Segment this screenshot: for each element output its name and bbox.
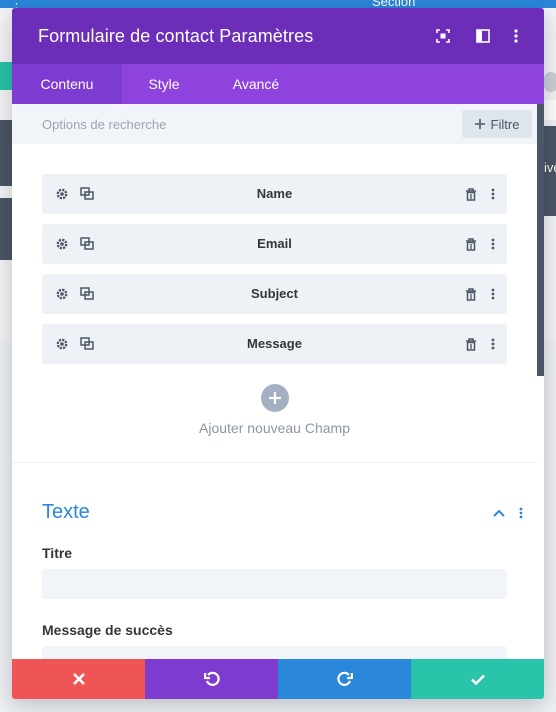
settings-modal: Formulaire de contact Paramètres Contenu… [12,8,544,699]
tab-style[interactable]: Style [128,64,200,104]
more-options-icon[interactable] [485,186,501,202]
field-item[interactable]: Email [42,224,507,264]
module-block [0,120,12,186]
tab-avance[interactable]: Avancé [216,64,296,104]
modal-header: Formulaire de contact Paramètres [12,8,544,64]
more-options-icon[interactable] [512,504,530,522]
field-item[interactable]: Message [42,324,507,364]
divider [12,462,537,463]
trash-icon[interactable] [463,336,479,352]
close-icon [72,673,85,685]
more-options-icon[interactable] [506,26,526,46]
section-title-texte[interactable]: Texte [42,501,90,524]
search-input[interactable]: Options de recherche [42,117,166,132]
modal-footer [12,659,544,699]
cancel-button[interactable] [12,659,145,699]
undo-icon [203,671,220,686]
section-dots-icon: ⋮ [10,0,23,11]
filter-label: Filtre [490,116,520,132]
undo-button[interactable] [145,659,278,699]
titre-input[interactable] [42,569,507,599]
module-block [0,198,12,260]
module-text: ive [544,160,556,175]
field-label: Message [247,336,302,351]
filter-button[interactable]: Filtre [462,110,532,138]
scrollbar[interactable] [537,104,544,376]
field-item[interactable]: Name [42,174,507,214]
check-icon [470,674,485,685]
fullscreen-icon[interactable] [433,26,453,46]
field-label: Subject [251,286,298,301]
trash-icon[interactable] [463,186,479,202]
titre-label: Titre [42,545,73,561]
tab-contenu[interactable]: Contenu [12,64,122,104]
save-button[interactable] [411,659,544,699]
add-field-label[interactable]: Ajouter nouveau Champ [12,420,537,436]
field-label: Email [257,236,292,251]
chevron-up-icon[interactable] [490,504,508,522]
plus-icon [474,117,485,132]
trash-icon[interactable] [463,286,479,302]
field-item[interactable]: Subject [42,274,507,314]
success-message-label: Message de succès [42,622,173,638]
field-label: Name [256,186,293,201]
more-options-icon[interactable] [485,236,501,252]
row-handle [0,62,12,90]
redo-icon [336,671,353,686]
section-bar [0,0,556,8]
modal-title: Formulaire de contact Paramètres [38,26,314,46]
page-block [543,100,556,120]
add-field-area: Ajouter nouveau Champ [12,384,537,444]
split-view-icon[interactable] [473,26,493,46]
add-field-button[interactable] [261,384,289,412]
plus-icon [269,392,281,404]
success-message-input[interactable] [42,646,507,659]
badge-icon [544,72,556,92]
modal-content: Options de recherche Filtre Name Email S… [12,104,544,659]
search-bar: Options de recherche Filtre [12,104,537,144]
trash-icon[interactable] [463,236,479,252]
redo-button[interactable] [278,659,411,699]
more-options-icon[interactable] [485,336,501,352]
more-options-icon[interactable] [485,286,501,302]
tab-bar: Contenu Style Avancé [12,64,544,104]
